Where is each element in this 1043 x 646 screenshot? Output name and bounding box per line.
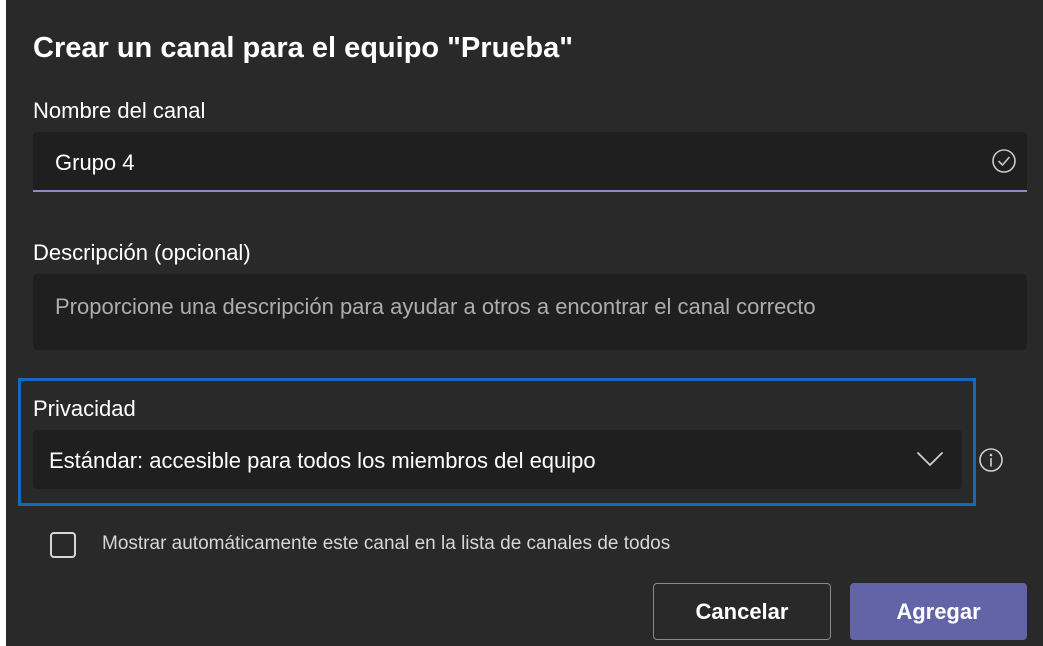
dialog-title: Crear un canal para el equipo "Prueba" [33,32,573,64]
privacy-label: Privacidad [33,396,136,421]
auto-show-label[interactable]: Mostrar automáticamente este canal en la… [102,533,670,555]
check-circle-icon [992,149,1016,173]
create-channel-dialog: Crear un canal para el equipo "Prueba" N… [6,0,1043,646]
cancel-button[interactable]: Cancelar [653,583,831,640]
info-icon[interactable] [978,447,1004,473]
privacy-dropdown[interactable]: Estándar: accesible para todos los miemb… [33,430,962,489]
add-button[interactable]: Agregar [850,583,1027,640]
channel-name-input[interactable]: Grupo 4 [33,132,1027,192]
chevron-down-icon[interactable] [916,450,944,468]
channel-name-value[interactable]: Grupo 4 [55,150,135,176]
description-placeholder: Proporcione una descripción para ayudar … [55,294,816,319]
auto-show-checkbox[interactable] [50,532,76,558]
privacy-selected-value[interactable]: Estándar: accesible para todos los miemb… [49,448,596,474]
description-input[interactable]: Proporcione una descripción para ayudar … [33,274,1027,350]
description-label: Descripción (opcional) [33,240,251,265]
channel-name-label: Nombre del canal [33,98,206,123]
